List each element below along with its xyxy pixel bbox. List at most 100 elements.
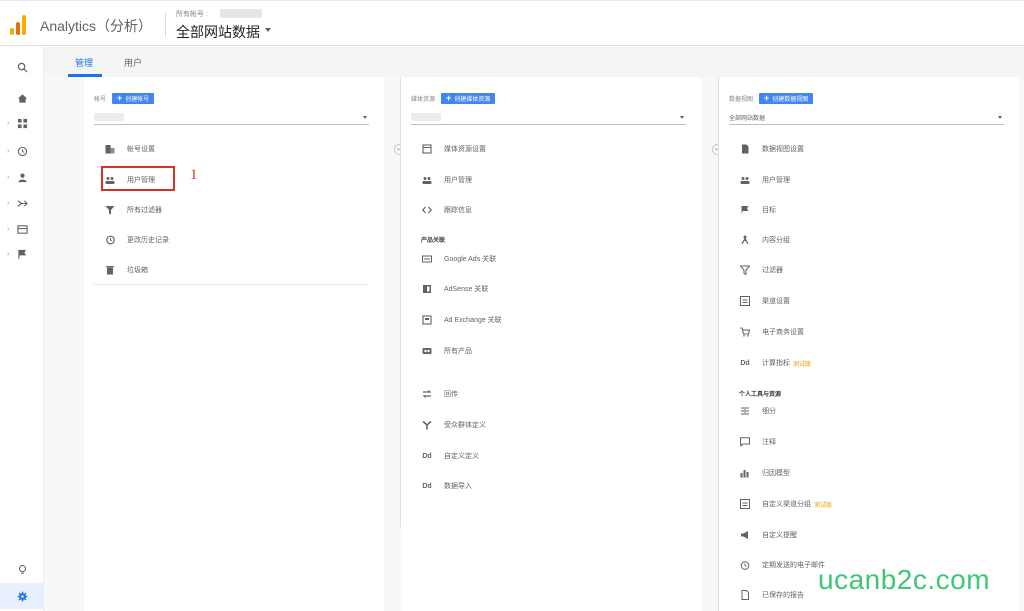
trash-icon [104,264,116,276]
adsense-linking-item[interactable]: AdSense 关联 [421,282,488,296]
account-change-history-item[interactable]: 更改历史记录 [104,233,169,247]
property-column-label: 媒体资源 [411,96,436,103]
annotations-icon [739,436,751,448]
account-selector[interactable]: 全部网站数据 [176,22,260,42]
cart-icon [739,326,751,338]
channel-settings-icon [739,295,751,307]
segments-item[interactable]: 细分 [739,404,776,418]
account-dropdown-caret-icon[interactable] [265,28,271,32]
annotation-number: 1 [190,167,198,183]
ecommerce-settings-item[interactable]: 电子商务设置 [739,325,804,339]
view-select-value: 全部网站数据 [729,116,766,122]
custom-definition-icon: Dd [422,452,432,460]
account-column-divider [94,284,369,285]
building-icon [104,143,116,155]
account-column-header: 帐号 + 创建帐号 [94,92,155,104]
property-settings-item[interactable]: 媒体资源设置 [421,142,486,156]
custom-alerts-item[interactable]: 自定义提醒 [739,528,797,542]
app-title[interactable]: Analytics（分析） [40,16,152,36]
annotation-highlight-box [101,166,175,191]
account-trash-item[interactable]: 垃圾箱 [104,263,148,277]
annotations-item[interactable]: 注释 [739,435,776,449]
audience-person-icon[interactable]: › [0,166,44,188]
top-header: Analytics（分析） 所有帐号 : 全部网站数据 [0,0,1024,46]
adsense-icon [421,283,433,295]
create-view-button[interactable]: + 创建数据视图 [759,92,814,104]
attribution-models-item[interactable]: 归因模型 [739,466,790,480]
acquisition-icon[interactable]: › [0,192,44,214]
google-ads-linking-item[interactable]: Google Ads 关联 [421,252,496,266]
tracking-info-item[interactable]: 跟踪信息 [421,203,472,217]
conversions-flag-icon[interactable]: › [0,243,44,265]
home-icon[interactable] [0,87,44,109]
search-icon[interactable] [0,56,44,78]
account-all-filters-item[interactable]: 所有过滤器 [104,203,162,217]
all-products-item[interactable]: 所有产品 [421,344,472,358]
ad-exchange-linking-item[interactable]: Ad Exchange 关联 [421,313,502,327]
postback-icon [421,388,433,400]
filter-icon [104,204,116,216]
view-column-label: 数据视图 [729,96,754,103]
property-column-header: 媒体资源 + 创建媒体资源 [411,92,496,104]
property-select[interactable] [411,110,686,125]
audience-definitions-item[interactable]: 受众群体定义 [421,418,486,432]
google-ads-icon [421,253,433,265]
account-label: 所有帐号 : [176,11,208,18]
admin-tabs-bar: 管理 用户 [44,47,1024,77]
account-select-caret-icon [363,116,367,119]
code-icon [421,204,433,216]
custom-channel-grouping-item[interactable]: 自定义渠道分组 测试版 [739,497,832,511]
view-select-caret-icon [998,116,1002,119]
view-column: 数据视图 + 创建数据视图 全部网站数据 数据视图设置 用户管理 目标 内容分组 … [719,77,1019,611]
plus-icon: + [764,92,770,103]
users-icon [739,174,751,186]
postbacks-item[interactable]: 回传 [421,387,458,401]
account-column: 帐号 + 创建帐号 帐号设置 用户管理 所有过滤器 更改历史记录 垃圾箱 [84,77,384,611]
history-icon [104,234,116,246]
admin-content: 帐号 +创建帐号 帐号设置 用户管理 所有过滤器 更改历史记录 垃圾箱 ⇤ [44,77,1024,611]
tab-admin[interactable]: 管理 [75,56,93,69]
scheduled-email-icon [739,559,751,571]
plus-icon: + [117,92,123,103]
filter-icon [739,264,751,276]
left-nav-rail: › › › › › › [0,47,44,611]
property-column: 媒体资源 + 创建媒体资源 媒体资源设置 用户管理 跟踪信息 产品关联 Googl… [401,77,701,611]
behavior-icon[interactable]: › [0,218,44,240]
discover-lightbulb-icon[interactable] [0,558,44,580]
saved-reports-item[interactable]: 已保存的报告 [739,588,804,602]
content-grouping-item[interactable]: 内容分组 [739,233,790,247]
ad-exchange-icon [421,314,433,326]
property-user-management-item[interactable]: 用户管理 [421,173,472,187]
view-filters-item[interactable]: 过滤器 [739,263,783,277]
custom-definitions-item[interactable]: Dd 自定义定义 [421,449,479,463]
all-products-icon [421,345,433,357]
users-icon [421,174,433,186]
view-settings-icon [739,143,751,155]
channel-settings-item[interactable]: 渠道设置 [739,294,790,308]
analytics-logo-icon[interactable] [10,13,28,35]
goals-item[interactable]: 目标 [739,203,776,217]
header-divider [165,13,166,37]
personal-tools-title: 个人工具与资源 [739,392,782,398]
calculated-metrics-icon: Dd [740,359,750,367]
tab-user[interactable]: 用户 [124,56,142,69]
create-account-button[interactable]: + 创建帐号 [112,92,155,104]
view-settings-item[interactable]: 数据视图设置 [739,142,804,156]
view-select[interactable]: 全部网站数据 [729,110,1004,125]
data-import-icon: Dd [422,482,432,490]
account-select[interactable] [94,110,369,125]
admin-gear-icon[interactable] [0,583,44,609]
view-column-header: 数据视图 + 创建数据视图 [729,92,814,104]
data-import-item[interactable]: Dd 数据导入 [421,479,472,493]
customization-icon[interactable]: › [0,112,44,134]
saved-reports-icon [739,589,751,601]
account-name-redacted [220,9,262,18]
realtime-clock-icon[interactable]: › [0,140,44,162]
calculated-metrics-item[interactable]: Dd 计算指标 测试版 [739,356,811,370]
content-grouping-icon [739,234,751,246]
scheduled-emails-item[interactable]: 定期发送的电子邮件 [739,558,825,572]
account-select-redacted [94,113,124,121]
view-user-management-item[interactable]: 用户管理 [739,173,790,187]
create-property-button[interactable]: + 创建媒体资源 [441,92,496,104]
account-settings-item[interactable]: 帐号设置 [104,142,155,156]
